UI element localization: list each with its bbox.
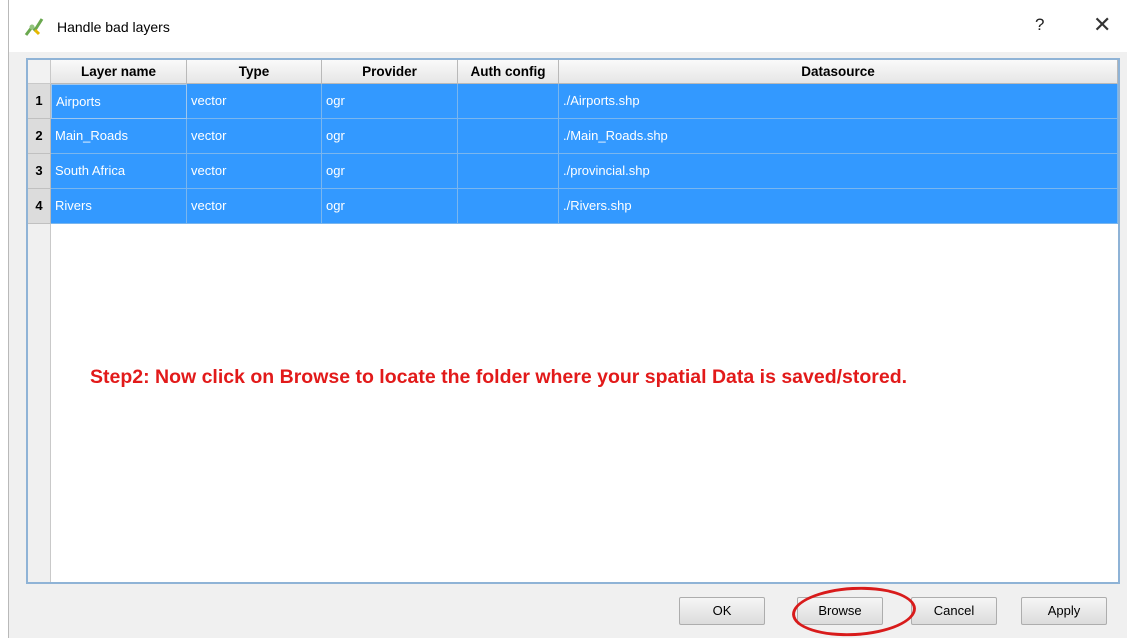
table-cell-layer-name[interactable]: Airports	[51, 84, 187, 119]
table-cell-provider[interactable]: ogr	[322, 84, 458, 119]
table-cell-provider[interactable]: ogr	[322, 154, 458, 189]
column-header-layer-name[interactable]: Layer name	[51, 60, 187, 84]
close-button[interactable]: ✕	[1093, 12, 1111, 38]
cancel-button[interactable]: Cancel	[911, 597, 997, 625]
apply-button[interactable]: Apply	[1021, 597, 1107, 625]
table-cell-type[interactable]: vector	[187, 84, 322, 119]
table-corner[interactable]	[28, 60, 51, 84]
background-strip	[0, 0, 8, 638]
table-cell-auth-config[interactable]	[458, 84, 559, 119]
table-cell-auth-config[interactable]	[458, 119, 559, 154]
table-cell-datasource[interactable]: ./Rivers.shp	[559, 189, 1118, 224]
column-header-provider[interactable]: Provider	[322, 60, 458, 84]
table-cell-type[interactable]: vector	[187, 189, 322, 224]
row-header-gutter	[28, 224, 51, 582]
table-cell-auth-config[interactable]	[458, 189, 559, 224]
row-header[interactable]: 3	[28, 154, 51, 189]
table-cell-datasource[interactable]: ./Main_Roads.shp	[559, 119, 1118, 154]
bad-layers-table[interactable]: Layer name Type Provider Auth config Dat…	[26, 58, 1120, 584]
column-header-type[interactable]: Type	[187, 60, 322, 84]
title-bar: Handle bad layers ? ✕	[9, 0, 1127, 52]
table-cell-auth-config[interactable]	[458, 154, 559, 189]
table-cell-layer-name[interactable]: Rivers	[51, 189, 187, 224]
column-header-auth-config[interactable]: Auth config	[458, 60, 559, 84]
table-cell-provider[interactable]: ogr	[322, 119, 458, 154]
handle-bad-layers-dialog: Handle bad layers ? ✕ Layer name Type Pr…	[8, 0, 1127, 639]
column-header-datasource[interactable]: Datasource	[559, 60, 1118, 84]
table-cell-type[interactable]: vector	[187, 119, 322, 154]
help-button[interactable]: ?	[1035, 15, 1044, 35]
browse-button[interactable]: Browse	[797, 597, 883, 625]
table-cell-datasource[interactable]: ./provincial.shp	[559, 154, 1118, 189]
table-cell-provider[interactable]: ogr	[322, 189, 458, 224]
qgis-logo-icon	[24, 18, 44, 36]
table-cell-datasource[interactable]: ./Airports.shp	[559, 84, 1118, 119]
row-header[interactable]: 4	[28, 189, 51, 224]
row-header[interactable]: 2	[28, 119, 51, 154]
table-cell-type[interactable]: vector	[187, 154, 322, 189]
ok-button[interactable]: OK	[679, 597, 765, 625]
table-cell-layer-name[interactable]: Main_Roads	[51, 119, 187, 154]
dialog-title: Handle bad layers	[57, 19, 170, 35]
table-cell-layer-name[interactable]: South Africa	[51, 154, 187, 189]
row-header[interactable]: 1	[28, 84, 51, 119]
instruction-annotation: Step2: Now click on Browse to locate the…	[90, 366, 908, 388]
